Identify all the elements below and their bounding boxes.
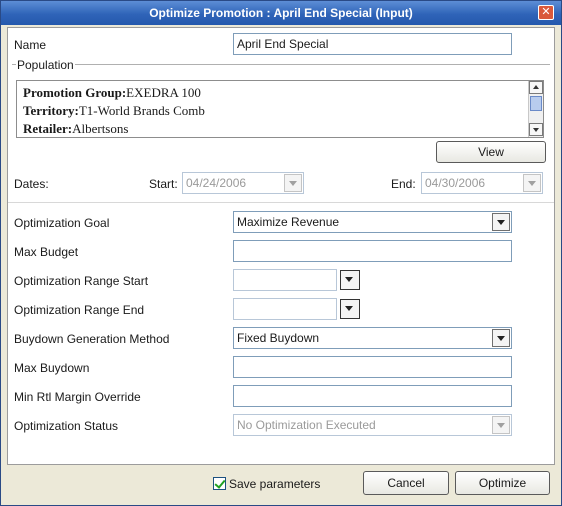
optimization-goal-label: Optimization Goal: [14, 216, 110, 230]
chevron-down-icon[interactable]: [492, 213, 510, 231]
chevron-down-icon[interactable]: [492, 329, 510, 347]
max-budget-field[interactable]: [233, 240, 512, 262]
min-margin-label: Min Rtl Margin Override: [14, 390, 141, 404]
population-promotion-group: Promotion Group:EXEDRA 100: [23, 85, 201, 101]
save-parameters-checkbox[interactable]: [213, 477, 226, 490]
max-budget-label: Max Budget: [14, 245, 79, 259]
end-date-label: End:: [391, 177, 416, 191]
name-label: Name: [14, 38, 47, 52]
buydown-method-value: Fixed Buydown: [237, 331, 320, 345]
buydown-method-label: Buydown Generation Method: [14, 332, 170, 346]
start-date-value: 04/24/2006: [186, 176, 247, 190]
chevron-down-icon: [492, 416, 510, 434]
dialog-title: Optimize Promotion : April End Special (…: [1, 1, 561, 25]
start-date-dropdown-icon: [284, 174, 302, 192]
scroll-thumb[interactable]: [530, 96, 542, 111]
save-parameters-label[interactable]: Save parameters: [229, 477, 320, 491]
end-date-dropdown-icon: [523, 174, 541, 192]
optimization-goal-value: Maximize Revenue: [237, 215, 340, 229]
dates-separator: [8, 202, 554, 203]
population-key: Territory:: [23, 103, 79, 118]
optimize-promotion-dialog: Optimize Promotion : April End Special (…: [0, 0, 562, 506]
population-scrollbar[interactable]: [528, 81, 543, 137]
population-value: EXEDRA 100: [126, 85, 201, 100]
optimization-status-value: No Optimization Executed: [237, 418, 376, 432]
optimization-goal-select[interactable]: Maximize Revenue: [233, 211, 512, 233]
min-margin-field[interactable]: [233, 385, 512, 407]
range-end-field[interactable]: [233, 298, 337, 320]
optimization-status-label: Optimization Status: [14, 419, 119, 433]
population-key: Retailer:: [23, 121, 73, 136]
range-start-label: Optimization Range Start: [14, 274, 149, 288]
population-territory: Territory:T1-World Brands Comb: [23, 103, 205, 119]
name-field[interactable]: April End Special: [233, 33, 512, 55]
buydown-method-select[interactable]: Fixed Buydown: [233, 327, 512, 349]
population-value: T1-World Brands Comb: [78, 103, 205, 118]
optimization-status-select: No Optimization Executed: [233, 414, 512, 436]
optimize-button[interactable]: Optimize: [455, 471, 550, 495]
range-start-dropdown-icon[interactable]: [340, 270, 360, 290]
close-icon[interactable]: ✕: [538, 5, 554, 20]
start-date-label: Start:: [149, 177, 178, 191]
population-label: Population: [16, 58, 75, 72]
start-date-field: 04/24/2006: [182, 172, 304, 194]
max-buydown-label: Max Buydown: [14, 361, 90, 375]
max-buydown-field[interactable]: [233, 356, 512, 378]
scroll-down-icon[interactable]: [529, 123, 543, 136]
population-value: Albertsons: [72, 121, 129, 136]
population-separator: [12, 64, 550, 65]
range-end-dropdown-icon[interactable]: [340, 299, 360, 319]
population-retailer: Retailer:Albertsons: [23, 121, 128, 137]
dialog-content: Name April End Special Population Promot…: [7, 27, 555, 465]
population-list[interactable]: Promotion Group:EXEDRA 100 Territory:T1-…: [16, 80, 544, 138]
end-date-value: 04/30/2006: [425, 176, 486, 190]
population-key: Promotion Group:: [23, 85, 127, 100]
end-date-field: 04/30/2006: [421, 172, 543, 194]
cancel-button[interactable]: Cancel: [363, 471, 449, 495]
scroll-up-icon[interactable]: [529, 81, 543, 94]
dates-label: Dates:: [14, 177, 49, 191]
view-button[interactable]: View: [436, 141, 546, 163]
range-end-label: Optimization Range End: [14, 303, 145, 317]
range-start-field[interactable]: [233, 269, 337, 291]
